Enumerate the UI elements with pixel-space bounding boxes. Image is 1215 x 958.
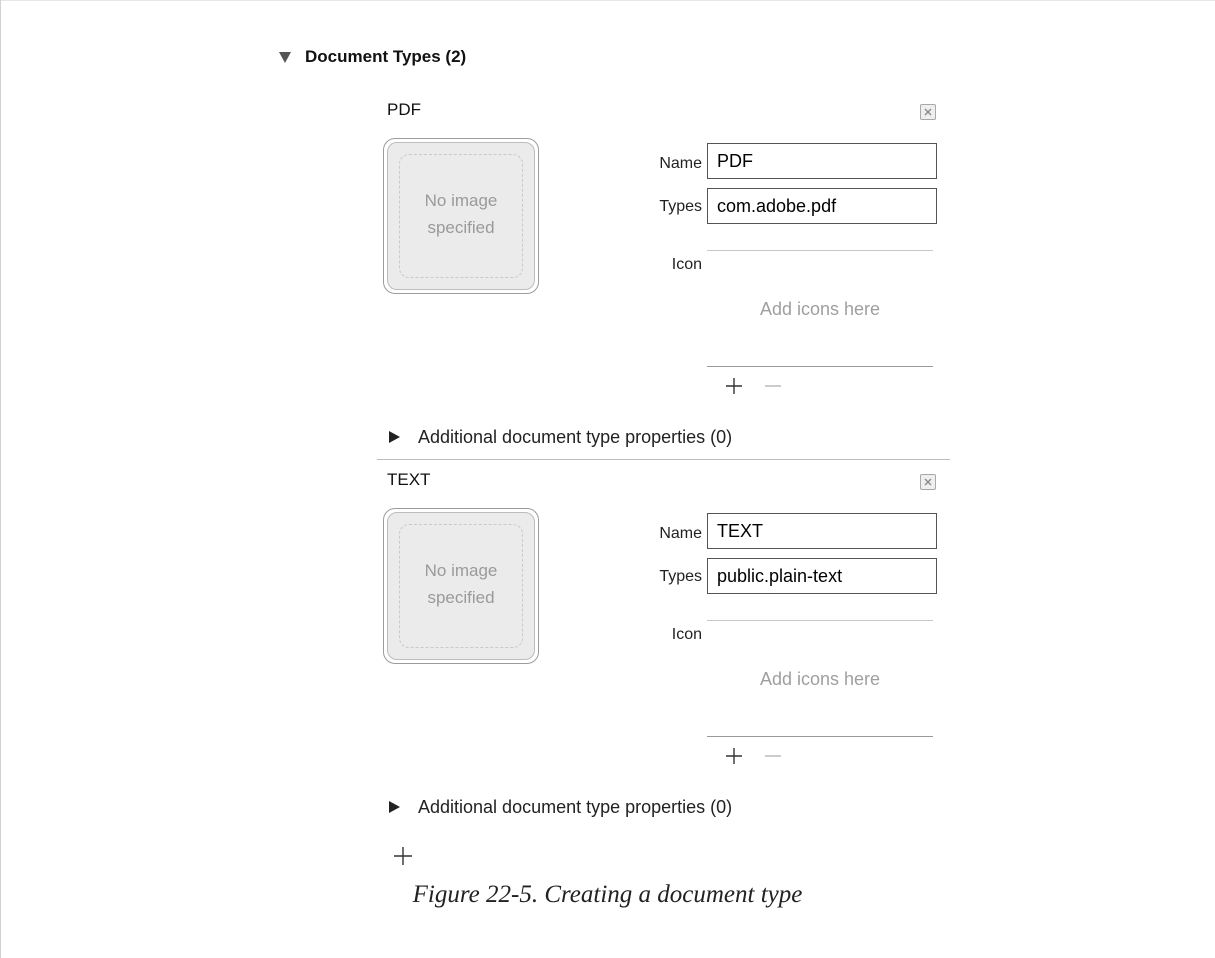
add-document-type-button[interactable] [392, 845, 414, 867]
additional-properties-label: Additional document type properties (0) [418, 426, 733, 447]
figure-caption: Figure 22-5. Creating a document type [412, 881, 803, 908]
document-type-title: TEXT [387, 470, 431, 489]
close-icon [924, 478, 932, 486]
add-icon-button[interactable] [724, 376, 744, 396]
disclosure-triangle-collapsed-icon[interactable] [389, 801, 400, 813]
icon-label: Icon [671, 626, 702, 643]
remove-document-type-button[interactable] [920, 474, 936, 490]
additional-properties-disclosure[interactable]: Additional document type properties (0) [389, 795, 732, 819]
name-field[interactable] [707, 143, 937, 179]
disclosure-triangle-expanded-icon[interactable] [279, 51, 291, 63]
icon-list-bottom-border [707, 366, 933, 367]
types-field[interactable] [707, 188, 937, 224]
types-field[interactable] [707, 558, 937, 594]
icon-list-top-border [707, 250, 933, 251]
icon-drop-area[interactable]: Add icons here [707, 669, 933, 690]
frame-top-border [0, 0, 1215, 1]
name-label: Name [659, 525, 702, 542]
types-label: Types [659, 198, 702, 215]
document-divider [377, 459, 950, 460]
document-types-header[interactable]: Document Types (2) [279, 45, 466, 69]
name-field[interactable] [707, 513, 937, 549]
image-well[interactable]: No image specified [383, 138, 539, 294]
section-title: Document Types (2) [305, 47, 467, 66]
close-icon [924, 108, 932, 116]
image-well-placeholder: No image specified [424, 191, 498, 237]
additional-properties-label: Additional document type properties (0) [418, 796, 733, 817]
icon-list-top-border [707, 620, 933, 621]
frame-left-border [0, 0, 1, 958]
name-label: Name [659, 155, 702, 172]
add-icon-button[interactable] [724, 746, 744, 766]
document-type-title: PDF [387, 100, 421, 119]
additional-properties-disclosure[interactable]: Additional document type properties (0) [389, 425, 732, 449]
image-well[interactable]: No image specified [383, 508, 539, 664]
remove-document-type-button[interactable] [920, 104, 936, 120]
remove-icon-button[interactable] [763, 746, 783, 766]
icon-list-bottom-border [707, 736, 933, 737]
types-label: Types [659, 568, 702, 585]
image-well-placeholder: No image specified [424, 561, 498, 607]
icon-label: Icon [671, 256, 702, 273]
disclosure-triangle-collapsed-icon[interactable] [389, 431, 400, 443]
icon-drop-area[interactable]: Add icons here [707, 299, 933, 320]
remove-icon-button[interactable] [763, 376, 783, 396]
